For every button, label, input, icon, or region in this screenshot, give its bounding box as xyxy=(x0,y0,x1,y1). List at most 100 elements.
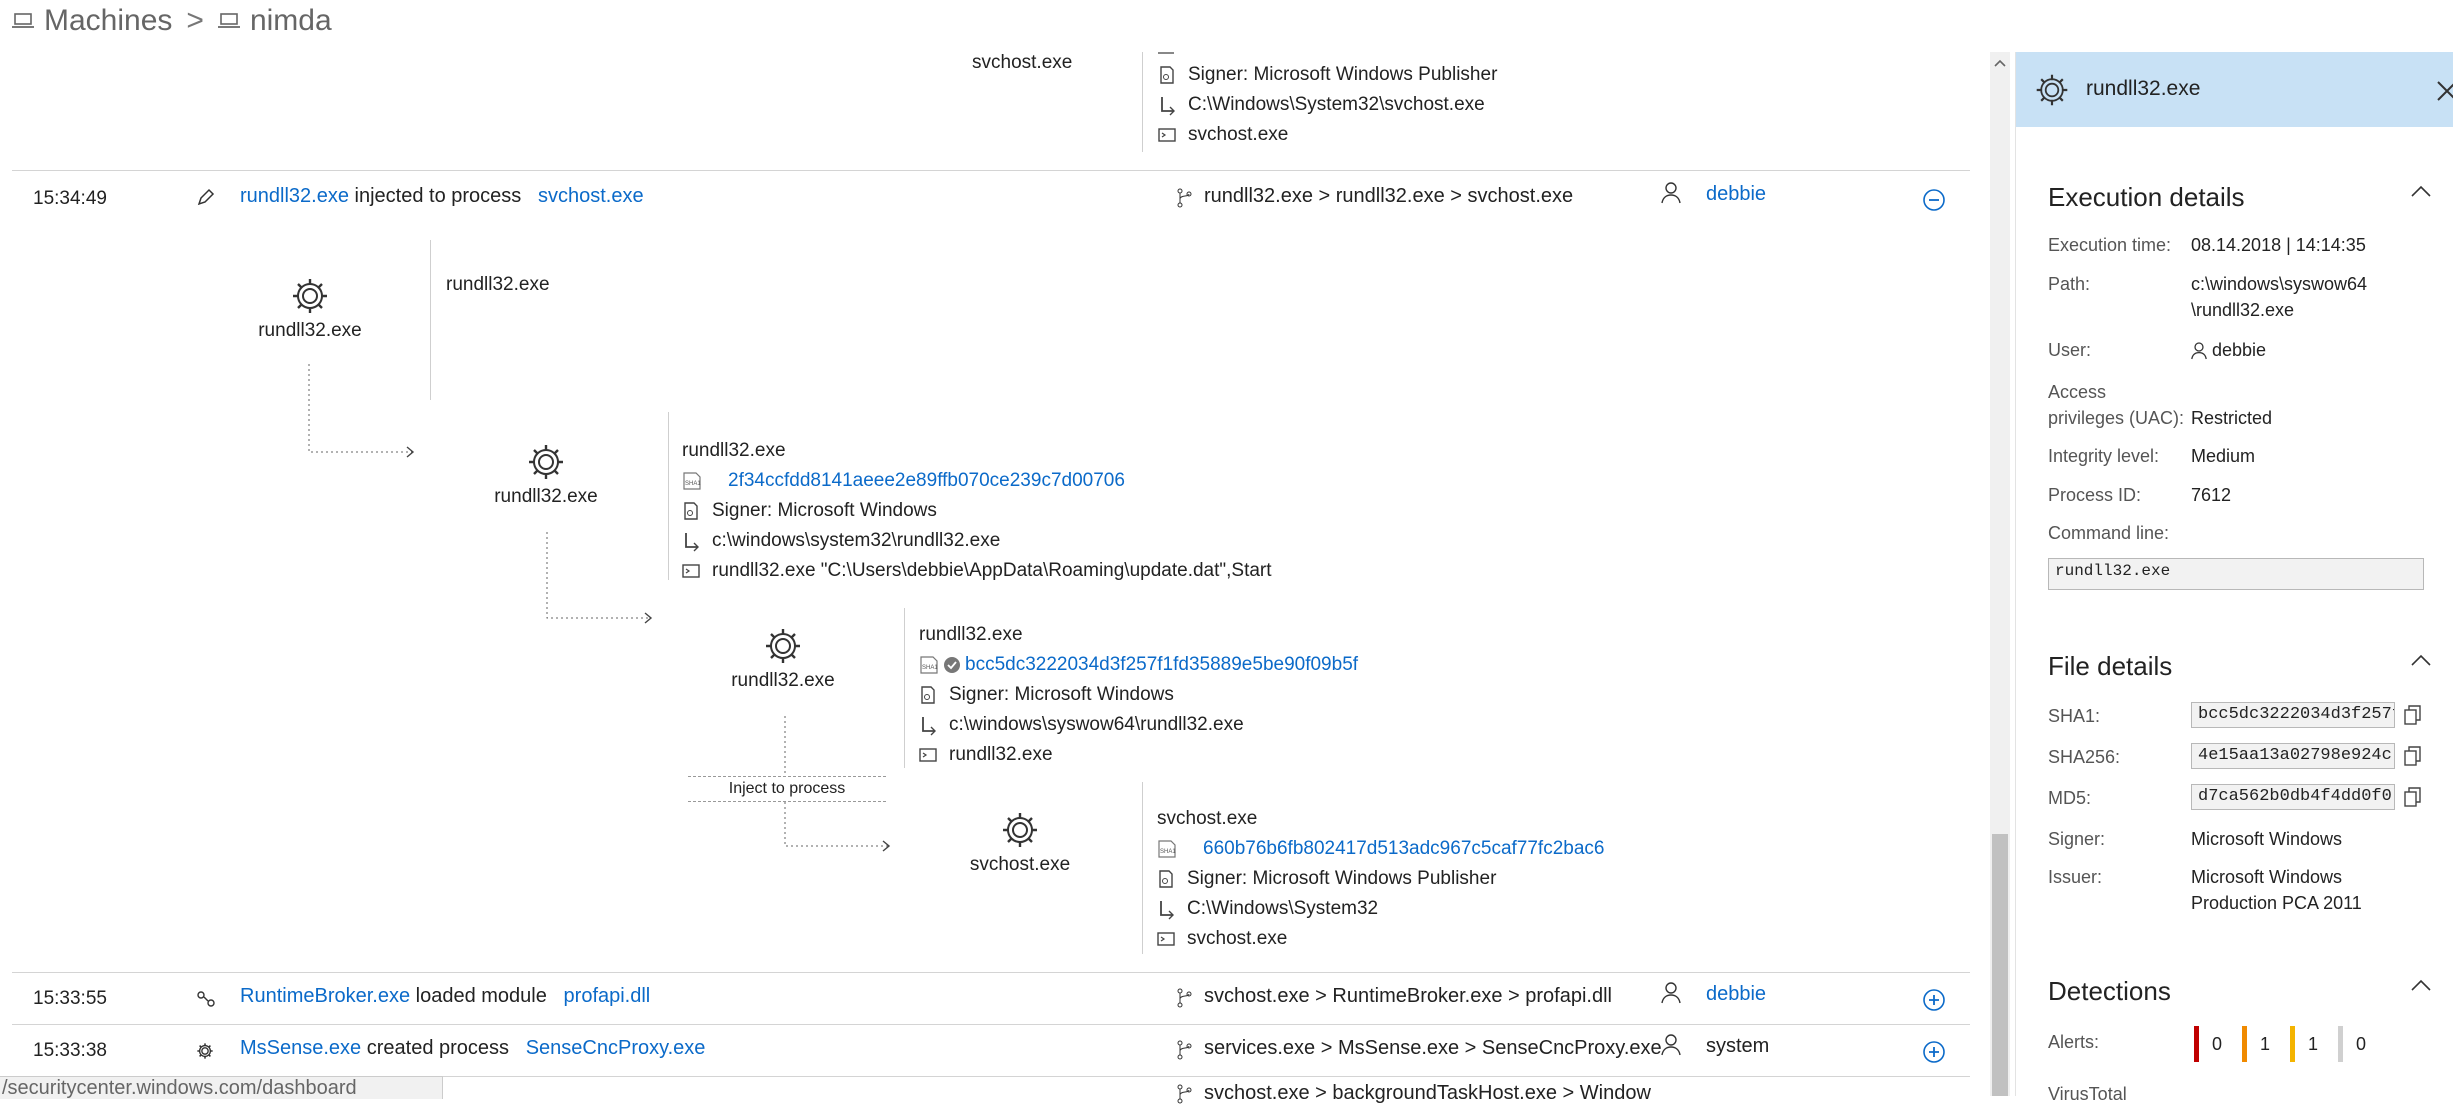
sha1-field[interactable]: bcc5dc3222034d3f257f1fd35889e5be90f09b5f xyxy=(2191,702,2395,728)
execution-details-title: Execution details xyxy=(2048,182,2245,212)
chevron-up-icon[interactable] xyxy=(2410,653,2432,667)
event-target-link[interactable]: SenseCncProxy.exe xyxy=(526,1037,706,1059)
event-user-link[interactable]: debbie xyxy=(1706,183,1766,206)
event-user: system xyxy=(1706,1035,1770,1057)
detections-title: Detections xyxy=(2048,976,2171,1006)
process-node-label: rundll32.exe xyxy=(258,320,362,341)
user-icon xyxy=(1661,982,1681,1004)
path-icon xyxy=(685,533,699,552)
path-value-2: \rundll32.exe xyxy=(2191,300,2295,320)
breadcrumb-machines-link[interactable]: Machines xyxy=(44,4,172,38)
flow-connector xyxy=(546,532,653,624)
process-node-2[interactable]: rundll32.exe xyxy=(486,442,606,508)
certificate-icon xyxy=(1159,870,1173,888)
process-id-label: Process ID: xyxy=(2048,485,2142,505)
md5-label: MD5: xyxy=(2048,788,2092,808)
verified-check-icon xyxy=(944,657,960,673)
process-tree-icon xyxy=(1177,188,1192,208)
copy-icon[interactable] xyxy=(2404,787,2422,807)
integrity-value: Medium xyxy=(2191,446,2256,466)
process-node-4[interactable]: svchost.exe xyxy=(960,810,1080,876)
node2-sha1-line: SHA1 2f34ccfdd8141aeee2e89ffb070ce239c7d… xyxy=(682,470,1125,492)
gear-icon xyxy=(293,279,327,313)
issuer-label: Issuer: xyxy=(2048,867,2103,887)
tree-divider xyxy=(1142,52,1143,152)
collapse-row-icon[interactable] xyxy=(1922,188,1946,212)
node3-sha1-line: SHA1 bcc5dc3222034d3f257f1fd35889e5be90f… xyxy=(919,654,1358,676)
node2-path-line: c:\windows\system32\rundll32.exe xyxy=(682,530,1000,552)
command-line-field[interactable]: rundll32.exe xyxy=(2048,558,2424,590)
row-divider xyxy=(12,972,1970,973)
node3-signer: Signer: Microsoft Windows xyxy=(949,684,1174,705)
process-node-3[interactable]: rundll32.exe xyxy=(723,626,843,692)
gear-icon xyxy=(766,629,800,663)
node4-sha1-line: SHA1 660b76b6fb802417d513adc967c5caf77fc… xyxy=(1157,838,1604,860)
event-user-link[interactable]: debbie xyxy=(1706,983,1766,1006)
event-target-link[interactable]: profapi.dll xyxy=(564,985,651,1007)
event-process-tree: services.exe > MsSense.exe > SenseCncPro… xyxy=(1204,1037,1662,1059)
node3-path: c:\windows\syswow64\rundll32.exe xyxy=(949,714,1244,735)
event-process-tree: svchost.exe > RuntimeBroker.exe > profap… xyxy=(1204,985,1612,1007)
md5-field[interactable]: d7ca562b0db4f4dd0f0 xyxy=(2191,784,2395,810)
alert-severity-low-bar xyxy=(2290,1026,2295,1062)
prev-path-line: C:\Windows\System32\svchost.exe xyxy=(1158,94,1485,116)
event-target-link[interactable]: svchost.exe xyxy=(538,185,644,207)
details-panel: rundll32.exe Execution details Execution… xyxy=(2015,52,2453,1104)
event-actor-link[interactable]: RuntimeBroker.exe xyxy=(240,985,410,1007)
close-icon[interactable] xyxy=(2436,80,2453,102)
alert-severity-high-bar xyxy=(2194,1026,2199,1062)
node-divider xyxy=(430,240,431,400)
path-icon xyxy=(922,717,936,736)
event-process-tree: rundll32.exe > rundll32.exe > svchost.ex… xyxy=(1204,185,1574,207)
path-icon xyxy=(1161,97,1175,116)
scroll-up-icon[interactable] xyxy=(1993,58,2007,68)
node3-cmd-line: rundll32.exe xyxy=(919,744,1053,766)
chevron-up-icon[interactable] xyxy=(2410,978,2432,992)
prev-cmd: svchost.exe xyxy=(1188,124,1289,145)
laptop-icon xyxy=(12,13,34,28)
hash-icon: SHA1 xyxy=(683,472,701,490)
node2-signer: Signer: Microsoft Windows xyxy=(712,500,937,521)
node3-header: rundll32.exe xyxy=(919,624,1023,645)
node4-sha1-link[interactable]: 660b76b6fb802417d513adc967c5caf77fc2bac6 xyxy=(1203,838,1604,860)
alert-severity-medium-bar xyxy=(2242,1026,2247,1062)
issuer-value-2: Production PCA 2011 xyxy=(2191,893,2362,913)
node-divider xyxy=(1142,782,1143,954)
event-actor-link[interactable]: rundll32.exe xyxy=(240,185,349,207)
process-node-1[interactable]: rundll32.exe xyxy=(250,276,370,342)
row-divider xyxy=(12,1024,1970,1025)
event-description: RuntimeBroker.exe loaded module profapi.… xyxy=(240,985,650,1008)
expand-row-icon[interactable] xyxy=(1922,988,1946,1012)
command-line-label: Command line: xyxy=(2048,523,2170,543)
panel-title: rundll32.exe xyxy=(2086,77,2201,100)
scrollbar-thumb[interactable] xyxy=(1992,834,2008,1096)
node2-cmd: rundll32.exe "C:\Users\debbie\AppData\Ro… xyxy=(712,560,1272,581)
module-load-icon xyxy=(197,991,215,1007)
node2-path: c:\windows\system32\rundll32.exe xyxy=(712,530,1001,551)
sha256-field[interactable]: 4e15aa13a02798e924c xyxy=(2191,743,2395,769)
breadcrumb: Machines > nimda xyxy=(12,4,332,38)
copy-icon[interactable] xyxy=(2404,746,2422,766)
alert-medium-count: 1 xyxy=(2260,1034,2271,1054)
scroll-cut-mark xyxy=(1158,52,1174,54)
node4-cmd-line: svchost.exe xyxy=(1157,928,1287,950)
signer-label: Signer: xyxy=(2048,829,2106,849)
node2-sha1-link[interactable]: 2f34ccfdd8141aeee2e89ffb070ce239c7d00706 xyxy=(728,470,1125,492)
flow-connector xyxy=(308,364,415,458)
gear-icon xyxy=(529,445,563,479)
chevron-up-icon[interactable] xyxy=(2410,184,2432,198)
node2-cmd-line: rundll32.exe "C:\Users\debbie\AppData\Ro… xyxy=(682,560,1272,582)
node2-signer-line: Signer: Microsoft Windows xyxy=(682,500,937,522)
node2-header: rundll32.exe xyxy=(682,440,786,461)
node-divider xyxy=(668,412,669,580)
certificate-icon xyxy=(684,502,698,520)
node3-sha1-link[interactable]: bcc5dc3222034d3f257f1fd35889e5be90f09b5f xyxy=(965,654,1358,676)
virustotal-label: VirusTotal xyxy=(2048,1084,2127,1104)
process-id-value: 7612 xyxy=(2191,485,2232,505)
copy-icon[interactable] xyxy=(2404,705,2422,725)
event-actor-link[interactable]: MsSense.exe xyxy=(240,1037,361,1059)
node-divider xyxy=(904,608,905,768)
prev-cmd-line: svchost.exe xyxy=(1158,124,1288,146)
sha256-label: SHA256: xyxy=(2048,747,2121,767)
expand-row-icon[interactable] xyxy=(1922,1040,1946,1064)
